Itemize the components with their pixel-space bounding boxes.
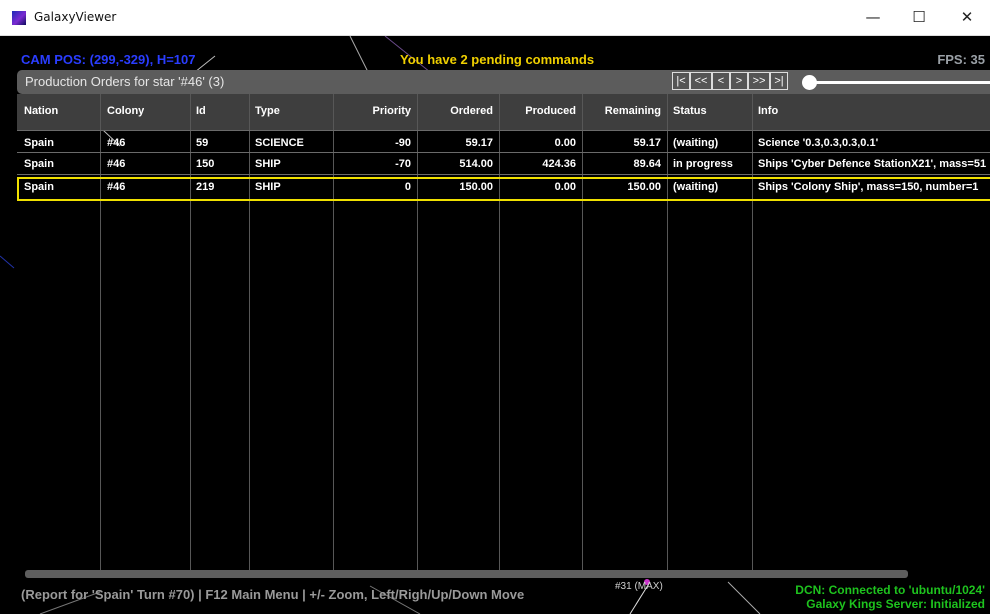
row-2-ordered[interactable]: 514.00 [417,158,493,170]
column-divider [100,94,101,574]
header-priority[interactable]: Priority [333,105,411,117]
row-2-remaining[interactable]: 89.64 [582,158,661,170]
maximize-button[interactable]: ☐ [896,0,942,35]
nav-first-button[interactable]: |< [672,72,690,90]
row-1-remaining[interactable]: 59.17 [582,137,661,149]
close-button[interactable]: ✕ [944,0,990,35]
header-nation[interactable]: Nation [24,105,58,117]
header-type[interactable]: Type [255,105,280,117]
row-1-id[interactable]: 59 [196,137,208,149]
row-3-info[interactable]: Ships 'Colony Ship', mass=150, number=1 [758,181,988,193]
page-slider-track[interactable] [811,81,990,84]
header-info[interactable]: Info [758,105,778,117]
header-id[interactable]: Id [196,105,206,117]
nav-last-button[interactable]: >| [770,72,788,90]
row-2-type[interactable]: SHIP [255,158,281,170]
row-3-produced[interactable]: 0.00 [499,181,576,193]
title-bar: GalaxyViewer — ☐ ✕ [0,0,990,36]
status-bar-text: (Report for 'Spain' Turn #70) | F12 Main… [21,587,525,602]
row-3-colony[interactable]: #46 [107,181,125,193]
row-3-remaining[interactable]: 150.00 [582,181,661,193]
row-divider [17,152,990,153]
row-3-ordered[interactable]: 150.00 [417,181,493,193]
column-divider [752,94,753,574]
row-2-produced[interactable]: 424.36 [499,158,576,170]
dcn-status: DCN: Connected to 'ubuntu/1024' [795,583,985,597]
row-divider [17,130,990,131]
production-orders-table: Nation Colony Id Type Priority Ordered P… [17,94,990,574]
row-2-id[interactable]: 150 [196,158,214,170]
nav-next-page-button[interactable]: >> [748,72,770,90]
connection-status: DCN: Connected to 'ubuntu/1024' Galaxy K… [795,583,985,611]
row-3-id[interactable]: 219 [196,181,214,193]
row-3-status[interactable]: (waiting) [673,181,718,193]
galaxy-viewport[interactable]: CAM POS: (299,-329), H=107 You have 2 pe… [0,36,990,614]
row-1-colony[interactable]: #46 [107,137,125,149]
turn-indicator: #31 (MAX) [615,581,663,592]
row-2-priority[interactable]: -70 [333,158,411,170]
column-divider [249,94,250,574]
header-produced[interactable]: Produced [499,105,576,117]
pending-commands-notice[interactable]: You have 2 pending commands [400,52,594,67]
server-status: Galaxy Kings Server: Initialized [806,597,985,611]
row-1-type[interactable]: SCIENCE [255,137,304,149]
column-divider [190,94,191,574]
row-2-status[interactable]: in progress [673,158,733,170]
header-colony[interactable]: Colony [107,105,144,117]
row-1-priority[interactable]: -90 [333,137,411,149]
row-2-info[interactable]: Ships 'Cyber Defence StationX21', mass=5… [758,158,990,170]
row-divider [17,174,990,175]
page-slider-handle[interactable] [802,75,817,90]
row-3-priority[interactable]: 0 [333,181,411,193]
minimize-button[interactable]: — [850,0,896,35]
header-remaining[interactable]: Remaining [582,105,661,117]
galaxy-app-icon [12,11,26,25]
row-1-nation[interactable]: Spain [24,137,54,149]
row-1-ordered[interactable]: 59.17 [417,137,493,149]
nav-next-button[interactable]: > [730,72,748,90]
nav-prev-page-button[interactable]: << [690,72,712,90]
header-ordered[interactable]: Ordered [417,105,493,117]
row-3-nation[interactable]: Spain [24,181,54,193]
row-1-info[interactable]: Science '0.3,0.3,0.3,0.1' [758,137,990,149]
panel-title: Production Orders for star '#46' (3) [25,74,225,89]
row-2-nation[interactable]: Spain [24,158,54,170]
row-2-colony[interactable]: #46 [107,158,125,170]
horizontal-scrollbar[interactable] [25,570,908,578]
column-divider [667,94,668,574]
camera-position: CAM POS: (299,-329), H=107 [21,52,196,67]
row-3-type[interactable]: SHIP [255,181,281,193]
header-status[interactable]: Status [673,105,707,117]
row-1-status[interactable]: (waiting) [673,137,718,149]
fps-counter: FPS: 35 [937,52,985,67]
window-title: GalaxyViewer [34,10,117,24]
nav-prev-button[interactable]: < [712,72,730,90]
row-1-produced[interactable]: 0.00 [499,137,576,149]
